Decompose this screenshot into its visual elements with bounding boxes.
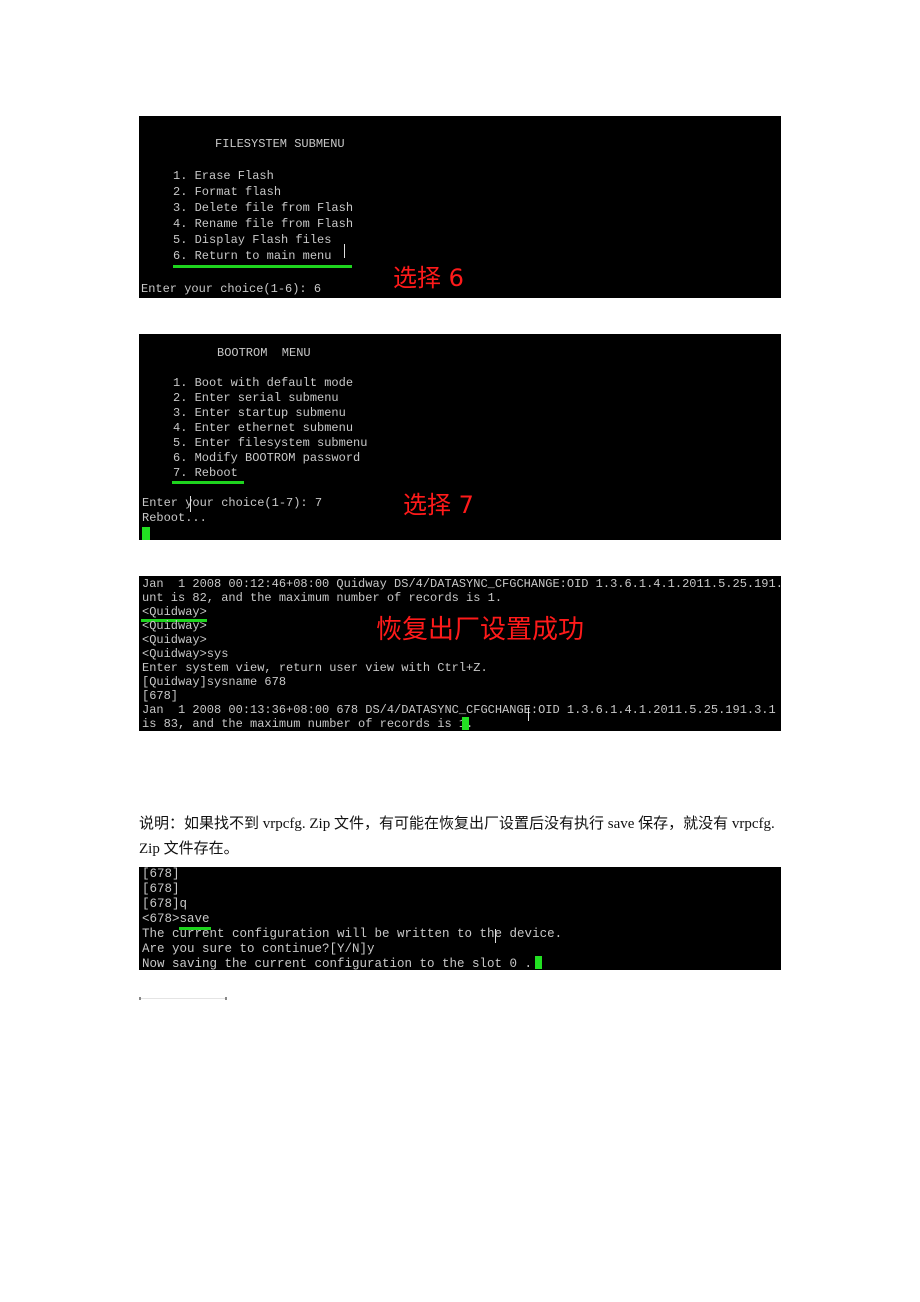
menu-item: 3. Enter startup submenu	[173, 406, 346, 420]
choice-prompt: Enter your choice(1-7): 7	[142, 496, 323, 510]
log-line: [Quidway]sysname 678	[142, 675, 287, 689]
menu-item: 3. Delete file from Flash	[173, 201, 354, 215]
terminal-filesystem-submenu: FILESYSTEM SUBMENU 1. Erase Flash 2. For…	[139, 116, 781, 298]
log-line: The current configuration will be writte…	[142, 927, 563, 941]
text-cursor-icon	[344, 244, 345, 258]
terminal-bootrom-menu: BOOTROM MENU 1. Boot with default mode 2…	[139, 334, 781, 540]
menu-item: 4. Enter ethernet submenu	[173, 421, 354, 435]
text-cursor-icon	[495, 929, 496, 943]
text-cursor-icon	[190, 496, 191, 512]
terminal-cursor	[462, 717, 469, 730]
choice-prompt: Enter your choice(1-6): 6	[141, 282, 322, 296]
menu-item-selected: 7. Reboot	[173, 466, 238, 480]
annotation-label: 选择 7	[403, 491, 474, 519]
menu-item: 1. Erase Flash	[173, 169, 274, 183]
log-line: [678]	[142, 867, 180, 881]
menu-item: 2. Enter serial submenu	[173, 391, 339, 405]
note-paragraph: 说明：如果找不到 vrpcfg. Zip 文件，有可能在恢复出厂设置后没有执行 …	[139, 816, 775, 857]
menu-title: BOOTROM MENU	[217, 346, 311, 360]
log-line: Jan 1 2008 00:12:46+08:00 Quidway DS/4/D…	[142, 577, 781, 591]
log-line: Now saving the current configuration to …	[142, 957, 533, 970]
menu-item: 2. Format flash	[173, 185, 282, 199]
selection-underline	[172, 481, 244, 484]
log-line: unt is 82, and the maximum number of rec…	[142, 591, 503, 605]
menu-item: 5. Display Flash files	[173, 233, 332, 247]
annotation-label: 选择 6	[393, 264, 464, 292]
log-line: Enter system view, return user view with…	[142, 661, 488, 675]
menu-item: 6. Modify BOOTROM password	[173, 451, 361, 465]
log-line: [678]	[142, 689, 179, 703]
divider	[139, 997, 227, 1000]
log-line-highlighted: <Quidway>	[142, 605, 207, 619]
log-line: <Quidway>	[142, 619, 207, 633]
log-line: Jan 1 2008 00:13:36+08:00 678 DS/4/DATAS…	[142, 703, 781, 717]
terminal-restore-log: Jan 1 2008 00:12:46+08:00 Quidway DS/4/D…	[139, 576, 781, 731]
menu-item: 5. Enter filesystem submenu	[173, 436, 368, 450]
annotation-label: 恢复出厂设置成功	[376, 615, 585, 645]
log-line: Are you sure to continue?[Y/N]y	[142, 942, 375, 956]
log-line: <Quidway>	[142, 633, 207, 647]
menu-item: 4. Rename file from Flash	[173, 217, 354, 231]
menu-title: FILESYSTEM SUBMENU	[215, 137, 345, 151]
log-line: [678]	[142, 882, 180, 896]
menu-item-selected: 6. Return to main menu	[173, 249, 332, 263]
log-line: <Quidway>sys	[142, 647, 229, 661]
text-cursor-icon	[528, 707, 529, 721]
terminal-cursor	[142, 527, 150, 540]
reboot-status: Reboot...	[142, 511, 207, 525]
log-line: [678]q	[142, 897, 188, 911]
log-line: is 83, and the maximum number of records…	[142, 717, 474, 731]
terminal-cursor	[535, 956, 542, 969]
save-command-line: <678>save	[142, 912, 210, 926]
terminal-save: [678] [678] [678]q <678>save The current…	[139, 867, 781, 970]
menu-item: 1. Boot with default mode	[173, 376, 354, 390]
selection-underline	[173, 265, 352, 268]
